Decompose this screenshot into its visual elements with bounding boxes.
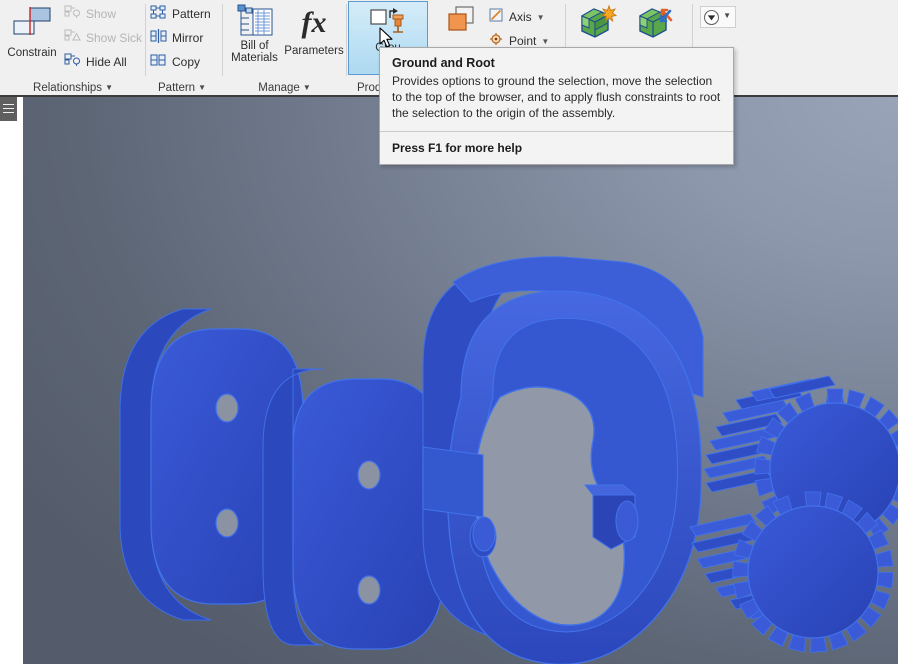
show-relationships-icon (64, 4, 81, 25)
bill-of-materials-label-line2: Materials (231, 52, 278, 64)
fx-parameters-icon: fx (283, 2, 345, 45)
hide-all-relationships-icon (64, 52, 81, 73)
grip-line-2 (3, 108, 14, 109)
grip-line-3 (3, 112, 14, 113)
work-axis-button[interactable]: Axis ▼ (488, 6, 545, 28)
panel-title-relationships[interactable]: Relationships ▼ (0, 82, 146, 94)
pattern-button[interactable]: Pattern (150, 3, 211, 25)
show-sick-relationships-label: Show Sick (86, 31, 143, 45)
pattern-icon (150, 4, 167, 25)
tooltip-footer: Press F1 for more help (392, 141, 523, 155)
create-component-button[interactable] (572, 4, 620, 45)
work-point-label: Point (509, 34, 537, 48)
copy-button[interactable]: Copy (150, 51, 200, 73)
panel-title-productivity-label: Prod (357, 82, 382, 94)
panel-title-pattern[interactable]: Pattern ▼ (146, 82, 218, 94)
hide-all-relationships-label: Hide All (86, 55, 127, 69)
chevron-down-icon[interactable]: ▼ (537, 13, 545, 22)
browser-panel-grip[interactable] (0, 97, 17, 121)
ground-and-root-icon (349, 2, 427, 40)
mirror-icon (150, 28, 167, 49)
chevron-down-icon: ▼ (105, 83, 113, 92)
svg-text:fx: fx (302, 6, 327, 39)
ground-and-root-tooltip: Ground and Root Provides options to grou… (379, 47, 734, 165)
tooltip-title: Ground and Root (392, 56, 495, 70)
chevron-down-icon[interactable]: ▼ (541, 37, 549, 46)
dropdown-circle-icon (703, 9, 720, 31)
bill-of-materials-label-line1: Bill of (240, 40, 269, 52)
panel-title-pattern-label: Pattern (158, 82, 196, 94)
parameters-label: Parameters (284, 45, 344, 57)
replace-component-icon (440, 2, 484, 47)
work-axis-label: Axis (509, 10, 532, 24)
panel-title-relationships-label: Relationships (33, 82, 103, 94)
tooltip-body: Provides options to ground the selection… (392, 74, 721, 120)
make-components-button[interactable] (632, 4, 680, 45)
3d-model-viewport[interactable] (23, 97, 898, 664)
ribbon-panel-relationships: Constrain Show Show Sick Hide All Relati… (0, 0, 146, 97)
constrain-icon (2, 2, 62, 47)
show-relationships-label: Show (86, 7, 117, 21)
make-components-green-cube-icon (632, 4, 680, 45)
grip-line-1 (3, 104, 14, 105)
work-axis-icon (488, 7, 504, 28)
copy-label: Copy (172, 55, 201, 69)
ribbon-panel-pattern: Pattern Mirror Copy Pattern ▼ (146, 0, 218, 97)
ribbon-panel-manage: Bill of Materials fx Parameters Manage ▼ (223, 0, 346, 97)
application-window: Constrain Show Show Sick Hide All Relati… (0, 0, 898, 664)
chevron-down-icon: ▼ (302, 83, 311, 92)
show-relationships-button[interactable]: Show (64, 3, 116, 25)
copy-icon (150, 52, 167, 73)
viewport-left-margin (0, 97, 23, 664)
part-gear-assembly[interactable] (689, 375, 898, 653)
mirror-label: Mirror (172, 31, 204, 45)
gallery-dropdown-button[interactable]: ▼ (700, 6, 736, 28)
chevron-down-icon: ▼ (198, 83, 206, 92)
mirror-button[interactable]: Mirror (150, 27, 203, 49)
create-component-green-cube-icon (572, 4, 620, 45)
show-sick-relationships-button[interactable]: Show Sick (64, 27, 142, 49)
constrain-button[interactable]: Constrain (2, 2, 62, 59)
panel-title-manage[interactable]: Manage ▼ (223, 82, 346, 94)
hide-all-relationships-button[interactable]: Hide All (64, 51, 127, 73)
constrain-label: Constrain (7, 47, 57, 59)
show-sick-relationships-icon (64, 28, 81, 49)
bill-of-materials-button[interactable]: Bill of Materials (227, 2, 282, 64)
part-oval-plate-front[interactable] (262, 368, 445, 650)
chevron-down-icon[interactable]: ▼ (723, 11, 731, 20)
replace-component-button[interactable] (440, 2, 484, 47)
part-pump-housing[interactable] (422, 256, 704, 664)
pattern-label: Pattern (172, 7, 211, 21)
bill-of-materials-icon (227, 2, 282, 40)
panel-title-manage-label: Manage (258, 82, 300, 94)
parameters-button[interactable]: fx Parameters (283, 2, 345, 57)
